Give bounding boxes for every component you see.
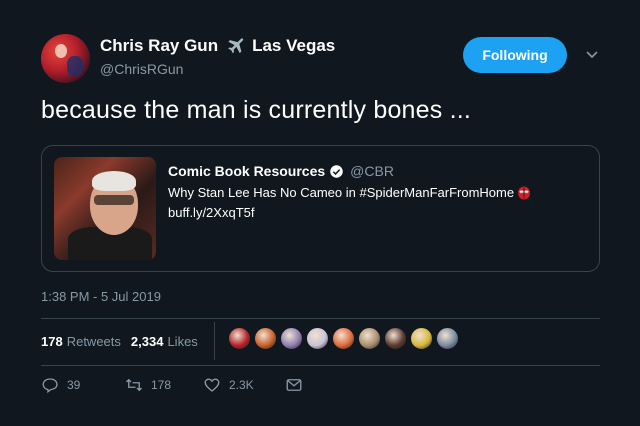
author-handle[interactable]: @ChrisRGun bbox=[100, 61, 183, 77]
quoted-text-row: Why Stan Lee Has No Cameo in #SpiderManF… bbox=[168, 185, 532, 200]
liker-avatar[interactable] bbox=[436, 327, 459, 350]
likes-label[interactable]: Likes bbox=[167, 334, 197, 349]
liker-avatar[interactable] bbox=[358, 327, 381, 350]
divider bbox=[41, 318, 600, 319]
reply-count: 39 bbox=[67, 378, 81, 392]
retweets-label[interactable]: Retweets bbox=[67, 334, 121, 349]
liker-avatar[interactable] bbox=[332, 327, 355, 350]
retweets-count[interactable]: 178 bbox=[41, 334, 63, 349]
quoted-text: Why Stan Lee Has No Cameo in #SpiderManF… bbox=[168, 185, 515, 200]
avatar-detail bbox=[55, 44, 67, 58]
like-count: 2.3K bbox=[229, 378, 254, 392]
chevron-down-icon[interactable] bbox=[584, 48, 600, 62]
liker-avatar[interactable] bbox=[254, 327, 277, 350]
liker-avatar[interactable] bbox=[280, 327, 303, 350]
author-display-name[interactable]: Chris Ray Gun bbox=[100, 36, 218, 56]
image-detail bbox=[94, 195, 134, 205]
retweet-icon bbox=[126, 378, 142, 392]
likes-count[interactable]: 2,334 bbox=[131, 334, 164, 349]
liker-avatar[interactable] bbox=[306, 327, 329, 350]
tweet-text: because the man is currently bones ... bbox=[41, 96, 472, 124]
envelope-icon bbox=[286, 379, 302, 391]
avatar[interactable] bbox=[41, 34, 90, 83]
retweet-button[interactable]: 178 bbox=[125, 376, 171, 394]
verified-badge-icon bbox=[330, 164, 343, 178]
quoted-tweet-image bbox=[54, 157, 156, 260]
spiderman-emoji-icon bbox=[518, 186, 531, 199]
engagement-stats: 178 Retweets 2,334 Likes bbox=[41, 334, 208, 349]
tweet-card: Chris Ray Gun Las Vegas @ChrisRGun Follo… bbox=[0, 0, 640, 426]
like-button[interactable]: 2.3K bbox=[203, 376, 254, 394]
quoted-tweet[interactable]: Comic Book Resources @CBR Why Stan Lee H… bbox=[41, 145, 600, 272]
author-location: Las Vegas bbox=[252, 36, 336, 55]
quoted-author-name: Comic Book Resources bbox=[168, 163, 326, 179]
airplane-icon bbox=[228, 38, 244, 54]
quoted-author-row: Comic Book Resources @CBR bbox=[168, 163, 394, 179]
liker-avatar[interactable] bbox=[384, 327, 407, 350]
heart-icon bbox=[204, 378, 220, 392]
quoted-link[interactable]: buff.ly/2XxqT5f bbox=[168, 205, 254, 220]
liker-avatar[interactable] bbox=[228, 327, 251, 350]
liker-avatars bbox=[228, 327, 459, 350]
following-button[interactable]: Following bbox=[463, 37, 567, 73]
reply-button[interactable]: 39 bbox=[41, 376, 80, 394]
retweet-count: 178 bbox=[151, 378, 172, 392]
image-detail bbox=[92, 171, 136, 191]
quoted-author-handle: @CBR bbox=[350, 163, 394, 179]
reply-icon bbox=[42, 378, 58, 394]
author-name-row: Chris Ray Gun Las Vegas bbox=[100, 36, 335, 56]
tweet-timestamp[interactable]: 1:38 PM - 5 Jul 2019 bbox=[41, 289, 161, 304]
direct-message-button[interactable] bbox=[285, 376, 303, 394]
action-bar: 39 178 2.3K bbox=[41, 376, 341, 400]
stats-separator bbox=[214, 322, 215, 360]
divider bbox=[41, 365, 600, 366]
liker-avatar[interactable] bbox=[410, 327, 433, 350]
avatar-detail bbox=[67, 56, 83, 76]
